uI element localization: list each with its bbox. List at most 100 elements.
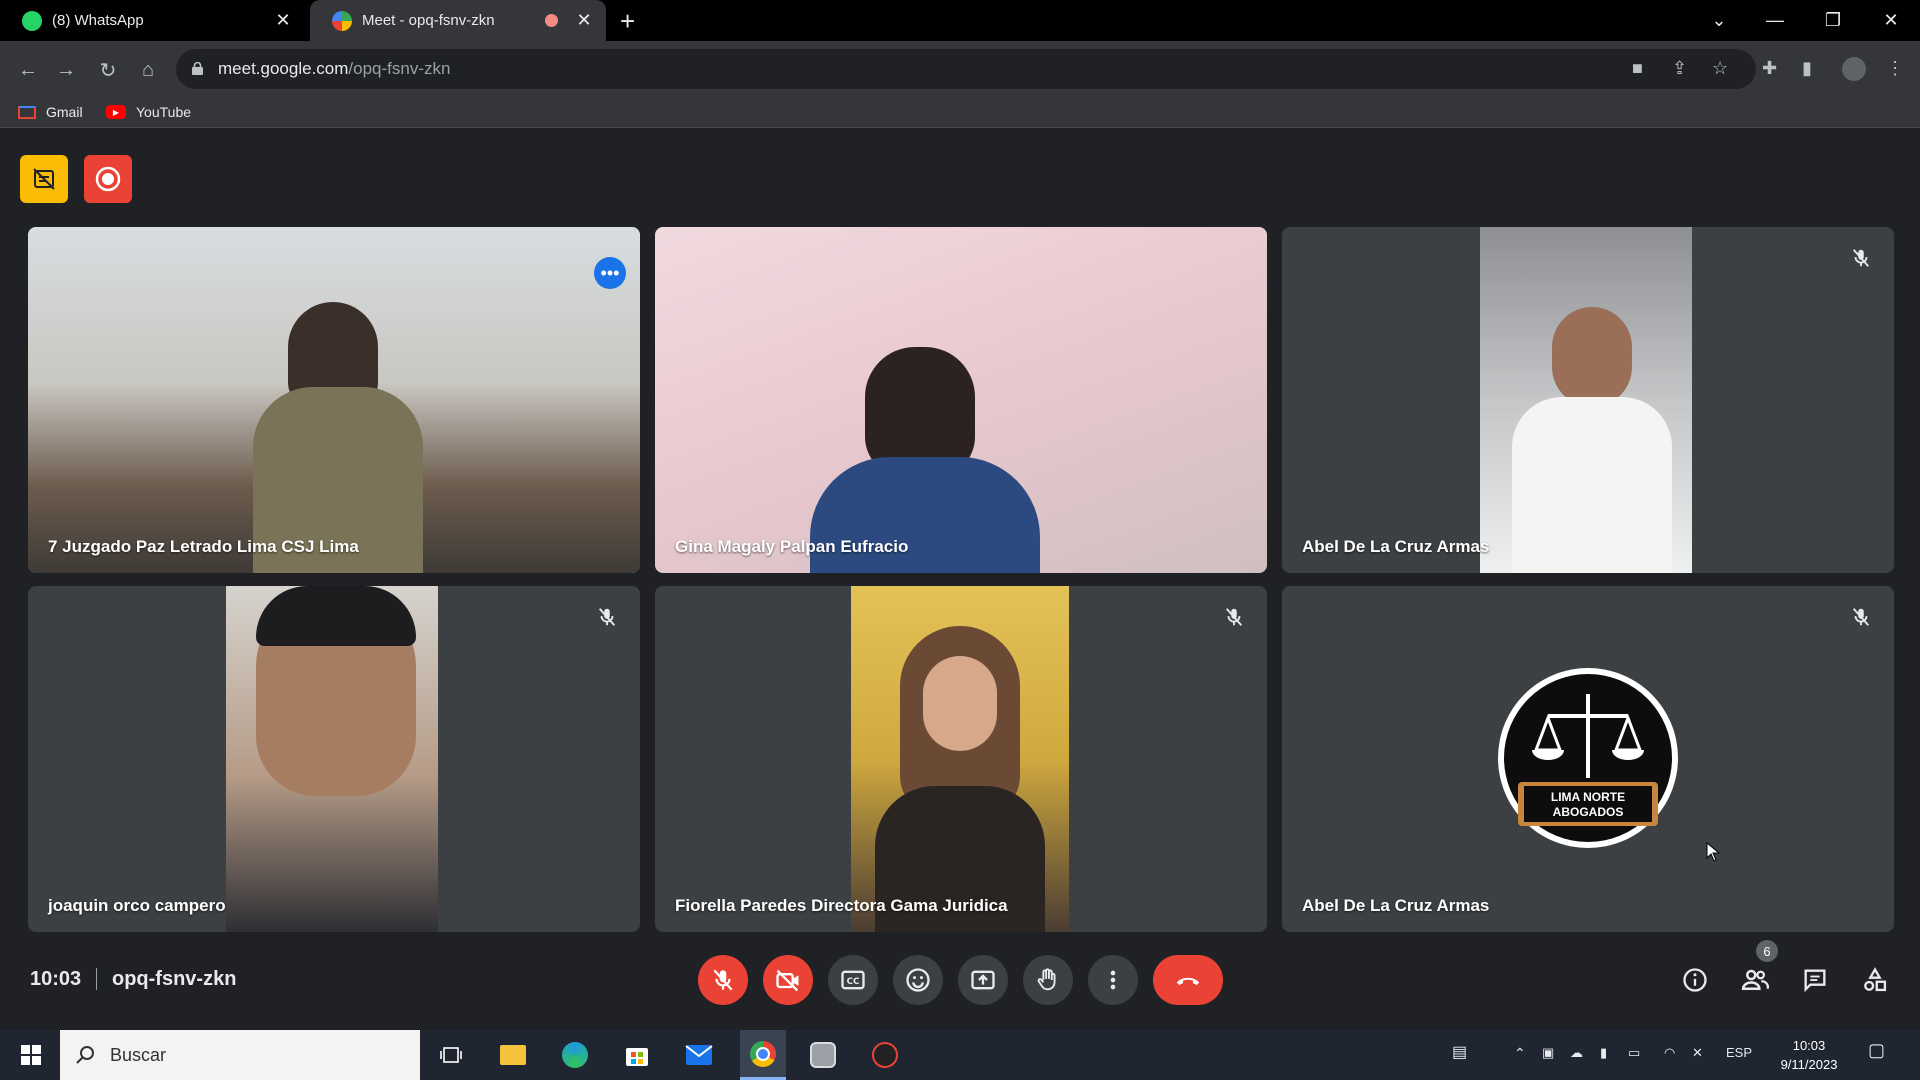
- task-view-icon[interactable]: [434, 1038, 468, 1072]
- taskbar-search-box[interactable]: Buscar: [60, 1030, 420, 1080]
- more-options-button[interactable]: •••: [594, 257, 626, 289]
- chat-icon: [1804, 969, 1826, 993]
- participant-name: 7 Juzgado Paz Letrado Lima CSJ Lima: [48, 537, 359, 556]
- profile-avatar[interactable]: [1842, 57, 1866, 81]
- participant-tile[interactable]: Abel De La Cruz Armas: [1282, 227, 1894, 573]
- present-icon: [971, 970, 995, 990]
- meet-tray-icon[interactable]: ▣: [1542, 1045, 1554, 1061]
- participant-tile[interactable]: Gina Magaly Palpan Eufracio: [655, 227, 1267, 573]
- reactions-button[interactable]: [893, 955, 943, 1005]
- divider: [96, 968, 97, 990]
- tab-search-chevron-icon[interactable]: ⌄: [1696, 0, 1742, 41]
- present-screen-button[interactable]: [958, 955, 1008, 1005]
- logo-line-2: ABOGADOS: [1552, 805, 1624, 819]
- new-tab-button[interactable]: +: [620, 6, 635, 37]
- transcription-indicator[interactable]: [20, 155, 68, 203]
- bookmark-gmail[interactable]: Gmail: [18, 104, 83, 120]
- activities-button[interactable]: [1860, 965, 1890, 995]
- search-placeholder: Buscar: [110, 1044, 167, 1065]
- meeting-details-button[interactable]: [1680, 965, 1710, 995]
- side-panel-icon[interactable]: ▮: [1802, 58, 1812, 79]
- people-button[interactable]: [1740, 965, 1770, 995]
- home-button[interactable]: ⌂: [134, 56, 162, 84]
- restore-button[interactable]: ❐: [1810, 0, 1856, 41]
- bookmark-youtube[interactable]: ▶ YouTube: [106, 104, 191, 120]
- screen-recorder-icon[interactable]: [868, 1038, 902, 1072]
- camera-in-use-icon[interactable]: ■: [1632, 58, 1643, 79]
- file-explorer-icon[interactable]: [496, 1038, 530, 1072]
- microsoft-store-icon[interactable]: [620, 1038, 654, 1072]
- participant-tile[interactable]: ••• 7 Juzgado Paz Letrado Lima CSJ Lima: [28, 227, 640, 573]
- info-icon: [1683, 968, 1707, 992]
- more-vert-icon: [1110, 970, 1116, 990]
- volume-muted-icon[interactable]: ✕: [1692, 1045, 1703, 1061]
- microphone-tray-icon[interactable]: ▮: [1600, 1045, 1607, 1061]
- edge-browser-icon[interactable]: [558, 1038, 592, 1072]
- url-text[interactable]: meet.google.com/opq-fsnv-zkn: [218, 59, 450, 79]
- participant-figure: [1512, 397, 1672, 573]
- leave-call-button[interactable]: [1153, 955, 1223, 1005]
- captions-button[interactable]: CC: [828, 955, 878, 1005]
- reload-button[interactable]: ↻: [94, 56, 122, 84]
- hang-up-icon: [1176, 977, 1200, 985]
- whatsapp-icon: [22, 10, 42, 31]
- bookmark-star-icon[interactable]: ☆: [1712, 58, 1728, 79]
- youtube-icon: ▶: [106, 105, 126, 119]
- toggle-mic-button[interactable]: [698, 955, 748, 1005]
- chatgpt-icon[interactable]: [806, 1038, 840, 1072]
- muted-mic-icon: [1852, 608, 1870, 626]
- mail-icon[interactable]: [682, 1038, 716, 1072]
- forward-button[interactable]: →: [52, 56, 80, 84]
- taskbar-clock[interactable]: 10:03 9/11/2023: [1770, 1036, 1848, 1074]
- url-host: meet.google.com: [218, 59, 349, 78]
- input-language[interactable]: ESP: [1726, 1045, 1752, 1060]
- google-meet-icon: [332, 10, 352, 31]
- bookmark-label: Gmail: [46, 104, 83, 120]
- close-tab-icon[interactable]: ✕: [576, 10, 592, 31]
- participant-tile[interactable]: LIMA NORTE ABOGADOS Abel De La Cruz Arma…: [1282, 586, 1894, 932]
- muted-mic-icon: [598, 608, 616, 626]
- minimize-button[interactable]: —: [1752, 0, 1798, 41]
- bookmarks-bar: [0, 98, 1920, 128]
- recording-indicator[interactable]: [84, 155, 132, 203]
- show-hidden-icons-chevron[interactable]: ⌃: [1514, 1045, 1526, 1062]
- toggle-camera-button[interactable]: [763, 955, 813, 1005]
- news-widget-icon[interactable]: ▤: [1452, 1042, 1467, 1062]
- muted-mic-icon: [1225, 608, 1243, 626]
- record-icon: [95, 166, 121, 192]
- battery-icon[interactable]: ▭: [1628, 1045, 1640, 1061]
- participant-figure: [256, 586, 416, 646]
- url-path: /opq-fsnv-zkn: [348, 59, 451, 78]
- notifications-icon[interactable]: ▢: [1868, 1040, 1885, 1061]
- back-button[interactable]: ←: [14, 56, 42, 84]
- tab-title: (8) WhatsApp: [52, 12, 144, 29]
- mouse-cursor-icon: [1706, 842, 1720, 862]
- wifi-icon[interactable]: ◠: [1664, 1045, 1675, 1061]
- no-transcript-icon: [33, 168, 55, 190]
- onedrive-icon[interactable]: ☁: [1570, 1045, 1583, 1061]
- participant-figure: [923, 656, 997, 751]
- windows-start-button[interactable]: [14, 1038, 48, 1072]
- close-window-button[interactable]: ✕: [1868, 0, 1914, 41]
- raise-hand-button[interactable]: [1023, 955, 1073, 1005]
- tab-whatsapp[interactable]: (8) WhatsApp ✕: [0, 0, 305, 41]
- gmail-icon: [18, 105, 36, 119]
- chrome-taskbar-icon[interactable]: [740, 1030, 786, 1080]
- participant-tile[interactable]: Fiorella Paredes Directora Gama Juridica: [655, 586, 1267, 932]
- more-options-button[interactable]: [1088, 955, 1138, 1005]
- participant-tile[interactable]: joaquin orco campero: [28, 586, 640, 932]
- participant-count-badge: 6: [1756, 940, 1778, 962]
- chat-button[interactable]: [1800, 965, 1830, 995]
- extensions-icon[interactable]: ✚: [1762, 58, 1777, 79]
- share-icon[interactable]: ⇪: [1672, 58, 1687, 79]
- participant-name: Fiorella Paredes Directora Gama Juridica: [675, 896, 1008, 915]
- close-tab-icon[interactable]: ✕: [275, 10, 291, 31]
- browser-menu-icon[interactable]: ⋮: [1886, 58, 1904, 79]
- participant-name: joaquin orco campero: [48, 896, 226, 915]
- lock-icon[interactable]: [192, 62, 203, 75]
- logo-line-1: LIMA NORTE: [1550, 790, 1626, 804]
- tab-title: Meet - opq-fsnv-zkn: [362, 12, 495, 29]
- logo-text: LIMA NORTE ABOGADOS: [1532, 790, 1644, 820]
- tab-meet[interactable]: Meet - opq-fsnv-zkn ✕: [310, 0, 606, 41]
- taskbar-date: 9/11/2023: [1780, 1057, 1838, 1072]
